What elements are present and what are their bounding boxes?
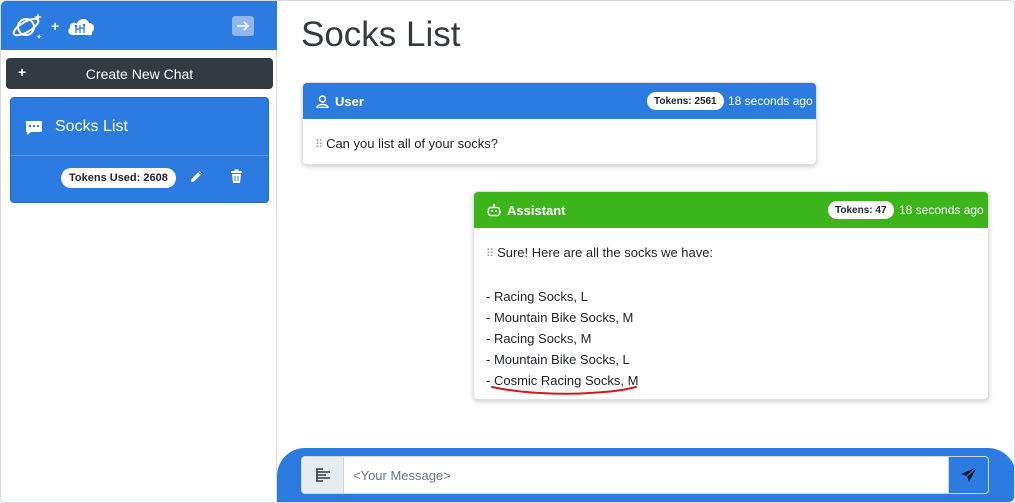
sidebar: + + Create New Chat Socks List Tokens Us… [1,1,277,502]
trash-icon [231,169,242,183]
user-icon [316,94,329,108]
message-role: User [335,93,364,109]
composer-input-group [301,456,989,494]
format-align-icon [315,468,330,482]
red-underline-annotation [490,386,637,395]
send-button[interactable] [948,457,988,493]
main-panel: Socks List User Tokens: 2561 18 seconds … [277,1,1014,502]
message-line: - Cosmic Racing Socks, M [486,370,976,395]
chat-item-header: Socks List [11,98,268,156]
user-message-body: ⠿ Can you list all of your socks? [303,119,816,164]
pencil-icon [191,171,202,182]
message-timestamp: 18 seconds ago [899,203,984,217]
planet-sparkle-icon [12,13,42,39]
edit-chat-button[interactable] [189,169,204,189]
chat-item-footer: Tokens Used: 2608 [11,156,268,203]
app-window: + + Create New Chat Socks List Tokens Us… [0,0,1015,503]
message-line: - Mountain Bike Socks, L [486,352,630,367]
message-tokens-badge: Tokens: 47 [828,201,894,219]
delete-chat-button[interactable] [230,169,243,189]
sidebar-header: + [1,1,277,50]
format-button[interactable] [302,457,344,493]
highlighted-item: Cosmic Racing Socks, M [490,370,638,395]
page-title: Socks List [301,15,461,54]
chat-item-title: Socks List [55,117,128,135]
message-timestamp: 18 seconds ago [728,94,813,108]
drag-handle-icon[interactable]: ⠿ [315,139,323,151]
create-new-chat-button[interactable]: + Create New Chat [6,58,273,89]
message-line: - Mountain Bike Socks, M [486,310,634,325]
assistant-message-body: ⠿ Sure! Here are all the socks we have: -… [474,228,988,399]
logo-plus: + [51,18,60,34]
chat-bubble-icon [26,120,42,135]
user-message-header: User Tokens: 2561 18 seconds ago [303,83,816,119]
message-line: - Racing Socks, L [486,289,588,304]
send-icon [961,466,978,482]
create-new-chat-label: Create New Chat [85,65,194,82]
message-line [486,265,976,286]
assistant-message-card: Assistant Tokens: 47 18 seconds ago ⠿ Sur… [473,191,989,400]
sidebar-chat-item[interactable]: Socks List Tokens Used: 2608 [10,97,269,203]
arrow-right-icon [237,21,250,31]
message-line: ⠿ Sure! Here are all the socks we have: [486,242,976,265]
message-text: Sure! Here are all the socks we have: [497,245,714,260]
cloud-brain-icon [68,18,95,36]
message-line: - Racing Socks, M [486,331,592,346]
message-composer [277,448,1014,502]
message-role: Assistant [507,202,566,218]
assistant-message-header: Assistant Tokens: 47 18 seconds ago [474,192,988,228]
robot-icon [487,203,501,216]
message-tokens-badge: Tokens: 2561 [647,92,724,110]
message-input[interactable] [345,457,948,493]
collapse-sidebar-button[interactable] [232,16,254,36]
message-line: ⠿ Can you list all of your socks? [315,133,804,156]
user-message-card: User Tokens: 2561 18 seconds ago ⠿ Can yo… [302,82,817,165]
logo: + [11,9,97,43]
tokens-used-badge: Tokens Used: 2608 [61,168,176,188]
message-text: Can you list all of your socks? [326,136,499,151]
plus-icon: + [18,64,27,80]
drag-handle-icon[interactable]: ⠿ [486,248,494,260]
